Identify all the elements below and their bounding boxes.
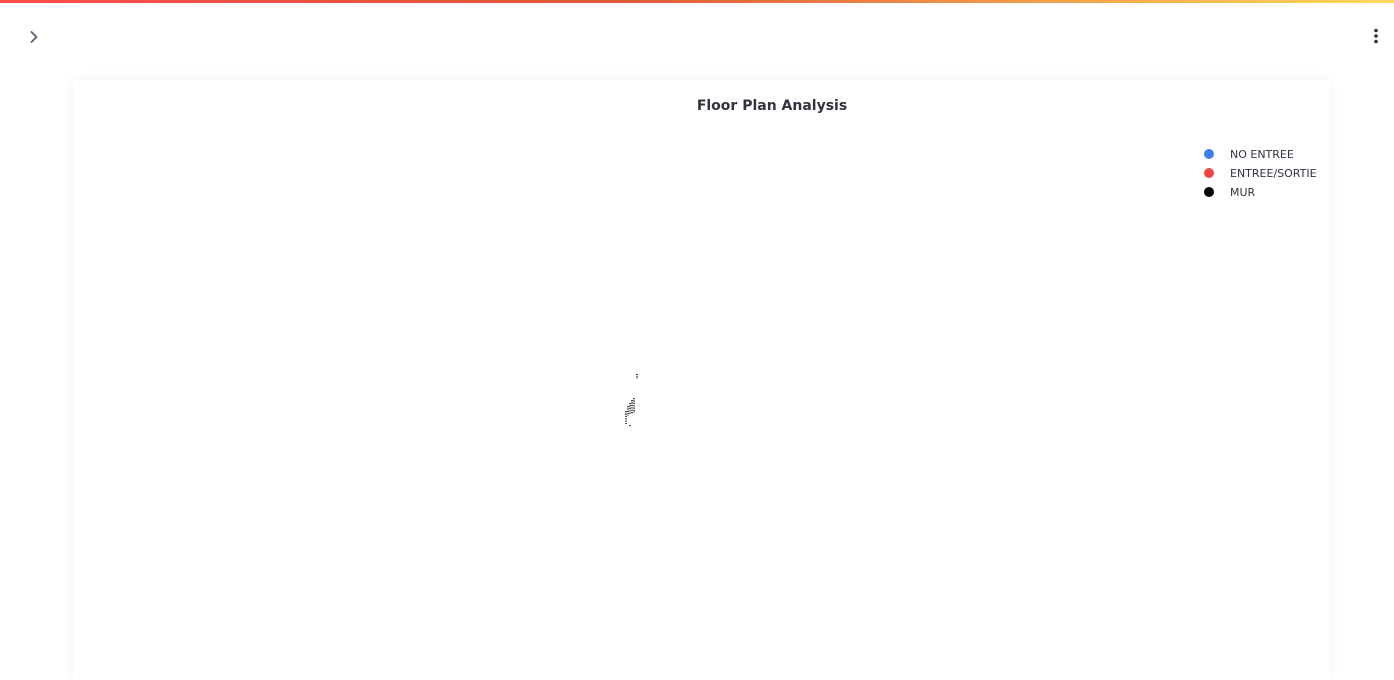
legend-label: ENTREE/SORTIE bbox=[1230, 167, 1317, 180]
plot-area bbox=[625, 374, 638, 426]
sidebar-toggle-button[interactable] bbox=[22, 26, 46, 50]
legend-marker bbox=[1204, 187, 1214, 197]
legend-label: MUR bbox=[1230, 186, 1256, 199]
legend-item-1[interactable]: ENTREE/SORTIE bbox=[1204, 167, 1317, 180]
chart-legend: NO ENTREE ENTREE/SORTIE MUR bbox=[1204, 148, 1317, 199]
chart-title: Floor Plan Analysis bbox=[697, 98, 847, 114]
top-accent-bar bbox=[0, 0, 1394, 3]
legend-marker bbox=[1204, 168, 1214, 178]
main-menu-button[interactable] bbox=[1364, 26, 1388, 50]
legend-marker bbox=[1204, 149, 1214, 159]
chart-canvas[interactable]: Floor Plan Analysis NO ENTREE ENTREE/SORT… bbox=[73, 80, 1329, 680]
floor-plan-chart[interactable]: Floor Plan Analysis NO ENTREE ENTREE/SORT… bbox=[73, 80, 1329, 680]
legend-item-0[interactable]: NO ENTREE bbox=[1204, 148, 1294, 161]
legend-label: NO ENTREE bbox=[1230, 148, 1294, 161]
vertical-ellipsis-icon bbox=[1373, 28, 1379, 48]
legend-item-2[interactable]: MUR bbox=[1204, 186, 1256, 199]
chevron-right-icon bbox=[27, 29, 41, 48]
